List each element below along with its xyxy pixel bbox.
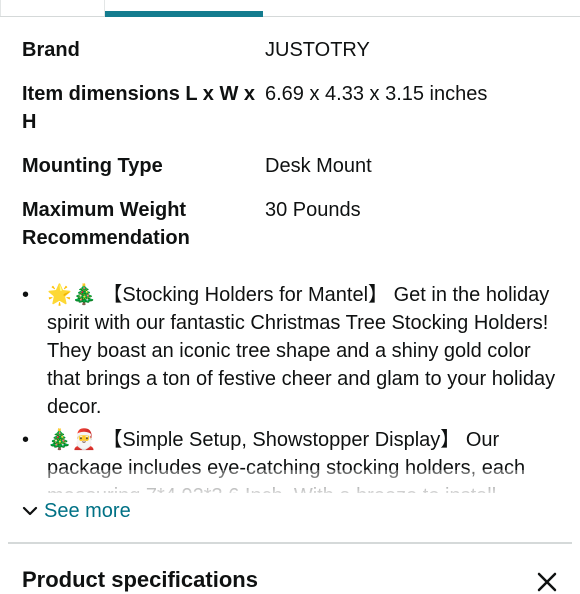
- section-divider: [8, 542, 572, 544]
- list-item: • 🌟🎄 【Stocking Holders for Mantel】 Get i…: [22, 281, 567, 421]
- tab-divider: [0, 0, 1, 16]
- product-details-table: Brand JUSTOTRY Item dimensions L x W x H…: [22, 36, 562, 252]
- spec-value: Desk Mount: [265, 155, 372, 177]
- spec-row: Item dimensions L x W x H 6.69 x 4.33 x …: [22, 80, 562, 136]
- spec-label: Item dimensions L x W x H: [22, 83, 256, 133]
- spec-label: Maximum Weight Recommendation: [22, 199, 190, 249]
- tab-bar-baseline: [0, 16, 580, 17]
- bullet-dot: •: [22, 284, 30, 306]
- spec-value: JUSTOTRY: [265, 39, 370, 61]
- bullet-text: 🌟🎄 【Stocking Holders for Mantel】 Get in …: [47, 284, 556, 418]
- spec-row: Brand JUSTOTRY: [22, 36, 562, 64]
- about-this-item-list: • 🌟🎄 【Stocking Holders for Mantel】 Get i…: [22, 281, 567, 493]
- chevron-down-icon: [22, 506, 38, 516]
- truncation-fade: [0, 470, 580, 500]
- active-tab-indicator[interactable]: [105, 11, 263, 17]
- section-title[interactable]: Product specifications: [22, 566, 258, 594]
- tab-bar: [0, 0, 580, 18]
- spec-label: Mounting Type: [22, 155, 163, 177]
- spec-label: Brand: [22, 39, 80, 61]
- bullet-dot: •: [22, 429, 30, 451]
- see-more-link[interactable]: See more: [22, 497, 131, 525]
- see-more-label: See more: [44, 499, 131, 522]
- spec-value: 6.69 x 4.33 x 3.15 inches: [265, 83, 488, 105]
- spec-row: Maximum Weight Recommendation 30 Pounds: [22, 196, 562, 252]
- close-icon[interactable]: [535, 570, 559, 594]
- spec-row: Mounting Type Desk Mount: [22, 152, 562, 180]
- spec-value: 30 Pounds: [265, 199, 361, 221]
